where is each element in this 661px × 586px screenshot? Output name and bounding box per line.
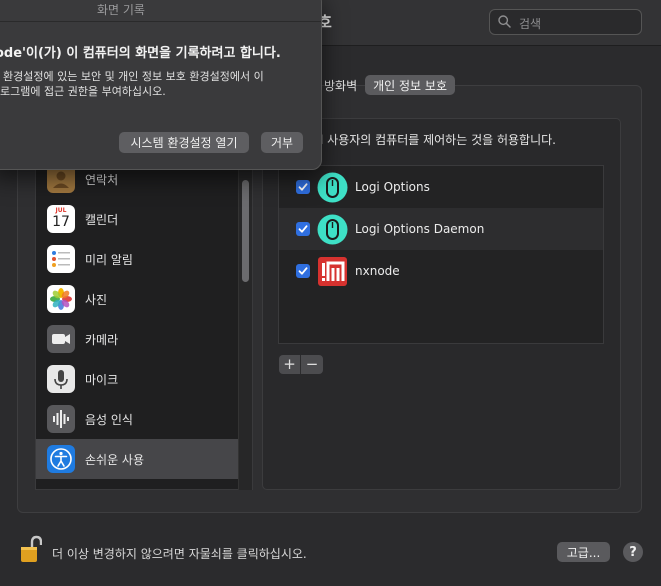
app-row-nxnode[interactable]: nxnode [279,250,603,292]
dialog-message-line1: 환경설정에 있는 보안 및 개인 정보 보호 환경설정에서 이 [3,70,264,83]
checkmark-icon [298,267,308,275]
advanced-button[interactable]: 고급... [557,542,610,562]
app-name: Logi Options Daemon [355,222,485,236]
sidebar-item-label: 사진 [85,292,108,307]
dialog-message-line2: 로그램에 접근 권한을 부여하십시오. [0,85,166,98]
sidebar-item-microphone[interactable]: 마이크 [36,359,239,399]
system-preferences-window: 호 검색 방화벽 개인 정보 보호 연락처 JUL 17 캘린더 미리 알림 사… [0,0,661,586]
scrollbar-thumb[interactable] [242,180,249,282]
help-button[interactable]: ? [623,542,643,562]
logi-options-daemon-icon [317,214,348,245]
sidebar-item-accessibility[interactable]: 손쉬운 사용 [36,439,239,479]
app-row-logi-options[interactable]: Logi Options [279,166,603,208]
app-name: Logi Options [355,180,430,194]
tab-firewall[interactable]: 방화벽 [316,75,365,95]
search-placeholder: 검색 [519,17,542,31]
reminders-icon [47,245,75,273]
sidebar-item-label: 카메라 [85,332,119,347]
remove-app-button[interactable]: − [301,355,323,374]
nxnode-icon [317,256,348,287]
open-system-preferences-button[interactable]: 시스템 환경설정 열기 [119,132,249,153]
photos-icon [47,285,75,313]
privacy-category-list[interactable]: 연락처 JUL 17 캘린더 미리 알림 사진 카메라 마이크 음성 인식 손쉬… [35,140,253,490]
dialog-divider [0,21,321,22]
sidebar-item-speech-recognition[interactable]: 음성 인식 [36,399,239,439]
tab-privacy[interactable]: 개인 정보 보호 [365,75,455,95]
search-field[interactable]: 검색 [489,9,642,35]
sidebar-item-calendar[interactable]: JUL 17 캘린더 [36,199,239,239]
tab-bar: 방화벽 개인 정보 보호 [316,74,455,96]
logi-options-icon [317,172,348,203]
sidebar-item-photos[interactable]: 사진 [36,279,239,319]
sidebar-scrollbar[interactable] [238,140,252,490]
app-checkbox[interactable] [296,264,310,278]
app-list[interactable]: Logi Options Logi Options Daemon nxnode [278,165,604,344]
unlocked-padlock-icon[interactable] [20,534,42,564]
camera-icon [47,325,75,353]
checkmark-icon [298,183,308,191]
sidebar-item-label: 손쉬운 사용 [85,452,145,467]
search-icon [498,15,511,28]
sidebar-item-camera[interactable]: 카메라 [36,319,239,359]
calendar-day: 17 [52,214,70,230]
app-checkbox[interactable] [296,180,310,194]
app-checkbox[interactable] [296,222,310,236]
lock-hint-text: 더 이상 변경하지 않으려면 자물쇠를 클릭하십시오. [52,547,307,561]
checkmark-icon [298,225,308,233]
dialog-heading: ode'이(가) 이 컴퓨터의 화면을 기록하려고 합니다. [0,46,281,61]
sidebar-item-label: 음성 인식 [85,412,133,427]
sidebar-item-label: 마이크 [85,372,119,387]
sidebar-item-label: 연락처 [85,172,119,187]
app-row-logi-options-daemon[interactable]: Logi Options Daemon [279,208,603,250]
sidebar-item-reminders[interactable]: 미리 알림 [36,239,239,279]
add-remove-buttons: + − [279,355,323,374]
screen-recording-dialog: 화면 기록 ode'이(가) 이 컴퓨터의 화면을 기록하려고 합니다. 환경설… [0,0,322,170]
panel-description: l 사용자의 컴퓨터를 제어하는 것을 허용합니다. [320,133,556,147]
app-name: nxnode [355,264,400,278]
dialog-title: 화면 기록 [97,3,145,17]
microphone-icon [47,365,75,393]
speech-recognition-icon [47,405,75,433]
accessibility-icon [47,445,75,473]
calendar-month: JUL [55,207,67,214]
calendar-icon: JUL 17 [47,205,75,233]
sidebar-item-label: 미리 알림 [85,252,133,267]
deny-button[interactable]: 거부 [261,132,303,153]
add-app-button[interactable]: + [279,355,301,374]
sidebar-item-label: 캘린더 [85,212,119,227]
